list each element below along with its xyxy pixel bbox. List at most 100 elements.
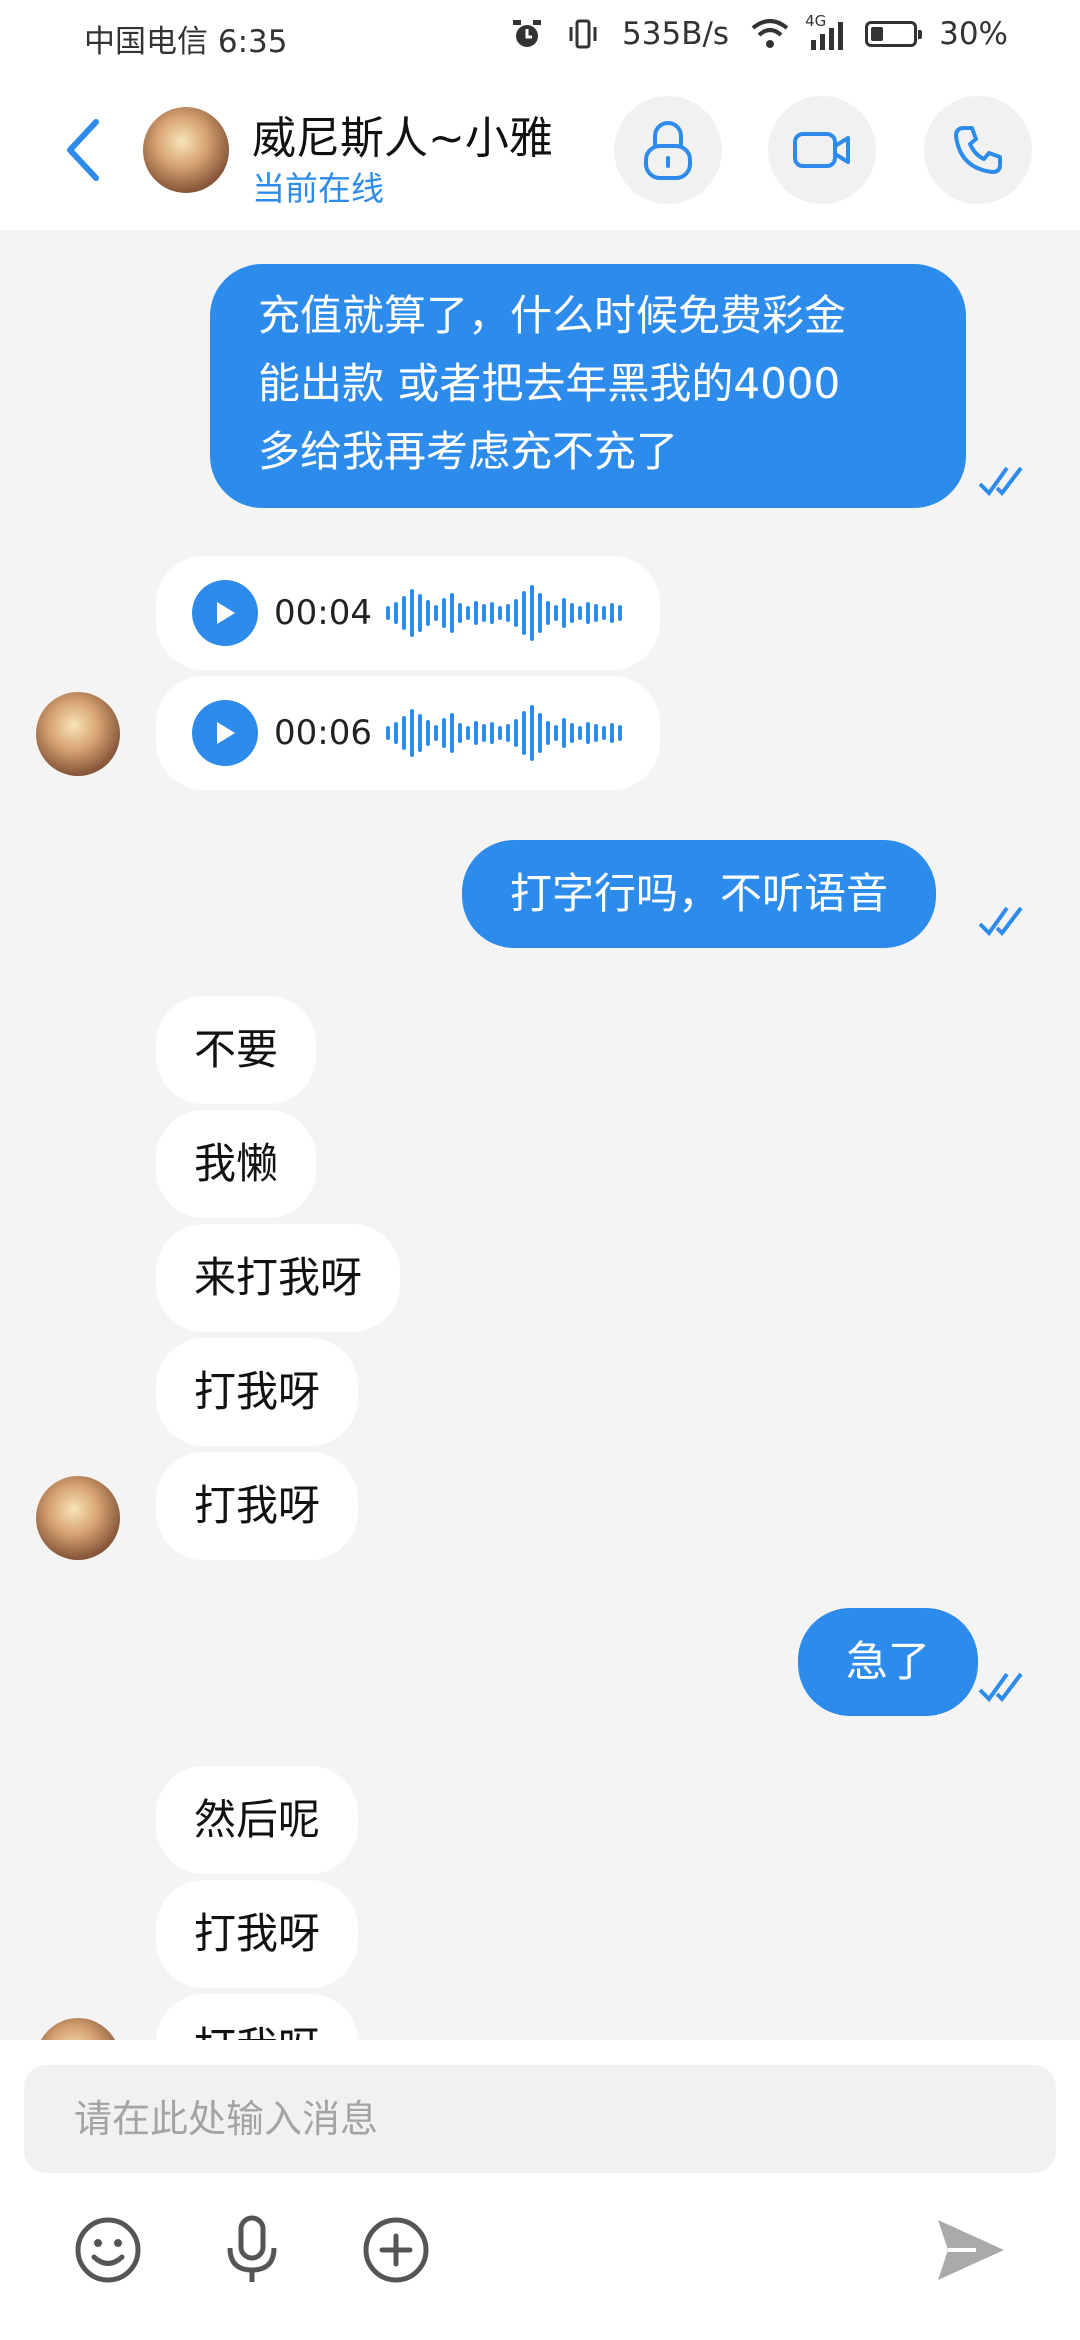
waveform-bar (545, 601, 550, 625)
send-icon[interactable] (930, 2210, 1010, 2290)
phone-icon (954, 126, 1002, 174)
incoming-message[interactable]: 打我呀 (156, 1880, 359, 1988)
waveform-bar (609, 603, 614, 623)
video-call-button[interactable] (768, 96, 876, 204)
waveform-bar (553, 725, 558, 741)
waveform-bar (465, 726, 470, 740)
waveform-bar (393, 722, 398, 744)
waveform-bar (505, 604, 510, 622)
waveform-bar (601, 726, 606, 740)
waveform-bar (601, 606, 606, 620)
voice-message[interactable]: 00:06 (156, 676, 660, 790)
back-arrow-icon[interactable] (56, 110, 116, 190)
play-icon (217, 722, 235, 744)
contact-avatar[interactable] (143, 107, 229, 193)
read-receipt-icon (978, 466, 1023, 497)
message-line: 多给我再考虑充不充了 (258, 427, 679, 476)
waveform-bar (457, 723, 462, 743)
waveform (385, 700, 622, 766)
waveform-bar (529, 705, 534, 761)
waveform-bar (481, 604, 486, 622)
wifi-icon (751, 19, 789, 48)
play-button[interactable] (192, 700, 258, 766)
carrier-time: 中国电信 6:35 (84, 24, 288, 60)
network-type: 4G (805, 12, 827, 30)
incoming-message[interactable]: 打我呀 (156, 1452, 359, 1560)
waveform-bar (417, 714, 422, 752)
vibrate-icon (569, 19, 597, 49)
contact-avatar[interactable] (36, 692, 120, 776)
waveform-bar (401, 596, 406, 630)
waveform-bar (473, 721, 478, 745)
waveform-bar (489, 602, 494, 624)
video-camera-icon (793, 132, 850, 168)
voice-call-button[interactable] (924, 96, 1032, 204)
waveform-bar (537, 713, 542, 753)
waveform-bar (385, 726, 390, 740)
voice-duration: 00:04 (274, 593, 372, 633)
contact-name: 威尼斯人~小雅 (252, 113, 553, 164)
waveform-bar (513, 719, 518, 747)
alarm-icon (513, 20, 542, 47)
waveform-bar (385, 606, 390, 620)
waveform-bar (425, 720, 430, 746)
message-list[interactable]: 充值就算了，什么时候免费彩金 能出款 或者把去年黑我的4000 多给我再考虑充不… (0, 230, 1080, 2040)
waveform-bar (585, 722, 590, 744)
waveform-bar (409, 709, 414, 757)
compose-bar (0, 2040, 1080, 2340)
waveform-bar (553, 605, 558, 621)
incoming-message[interactable]: 打我呀 (156, 1994, 359, 2040)
waveform-bar (593, 724, 598, 742)
waveform-bar (617, 725, 622, 741)
add-icon[interactable] (356, 2210, 436, 2290)
waveform-bar (401, 716, 406, 750)
waveform-bar (577, 606, 582, 620)
chat-header: 威尼斯人~小雅 当前在线 (0, 72, 1080, 230)
emoji-icon[interactable] (68, 2210, 148, 2290)
contact-avatar[interactable] (36, 1476, 120, 1560)
waveform-bar (441, 598, 446, 628)
contact-avatar[interactable] (36, 2018, 120, 2040)
waveform-bar (449, 593, 454, 633)
waveform-bar (569, 723, 574, 743)
waveform-bar (457, 603, 462, 623)
waveform-bar (593, 604, 598, 622)
waveform-bar (561, 598, 566, 628)
waveform-bar (497, 606, 502, 620)
message-line: 能出款 或者把去年黑我的4000 (258, 359, 841, 408)
play-button[interactable] (192, 580, 258, 646)
waveform-bar (561, 718, 566, 748)
waveform-bar (409, 589, 414, 637)
lock-button[interactable] (614, 96, 722, 204)
incoming-message[interactable]: 我懒 (156, 1110, 317, 1218)
battery-icon (865, 21, 923, 47)
outgoing-message[interactable]: 急了 (798, 1608, 979, 1716)
read-receipt-icon (978, 1672, 1023, 1703)
lock-icon (644, 121, 692, 180)
waveform-bar (433, 605, 438, 621)
waveform-bar (521, 591, 526, 635)
voice-message[interactable]: 00:04 (156, 556, 660, 670)
waveform-bar (425, 600, 430, 626)
outgoing-message[interactable]: 打字行吗，不听语音 (462, 840, 937, 948)
waveform-bar (465, 606, 470, 620)
waveform-bar (545, 721, 550, 745)
waveform-bar (417, 594, 422, 632)
waveform-bar (433, 725, 438, 741)
waveform-bar (505, 724, 510, 742)
incoming-message[interactable]: 打我呀 (156, 1338, 359, 1446)
message-input[interactable] (24, 2065, 1056, 2173)
waveform-bar (449, 713, 454, 753)
incoming-message[interactable]: 然后呢 (156, 1766, 359, 1874)
waveform-bar (569, 603, 574, 623)
waveform-bar (585, 602, 590, 624)
signal-icon: 4G (805, 12, 844, 50)
read-receipt-icon (978, 906, 1023, 937)
incoming-message[interactable]: 不要 (156, 996, 317, 1104)
battery-percent: 30% (939, 16, 1008, 52)
microphone-icon[interactable] (212, 2210, 292, 2290)
waveform-bar (529, 585, 534, 641)
incoming-message[interactable]: 来打我呀 (156, 1224, 401, 1332)
waveform-bar (497, 726, 502, 740)
outgoing-message[interactable]: 充值就算了，什么时候免费彩金 能出款 或者把去年黑我的4000 多给我再考虑充不… (210, 264, 966, 508)
